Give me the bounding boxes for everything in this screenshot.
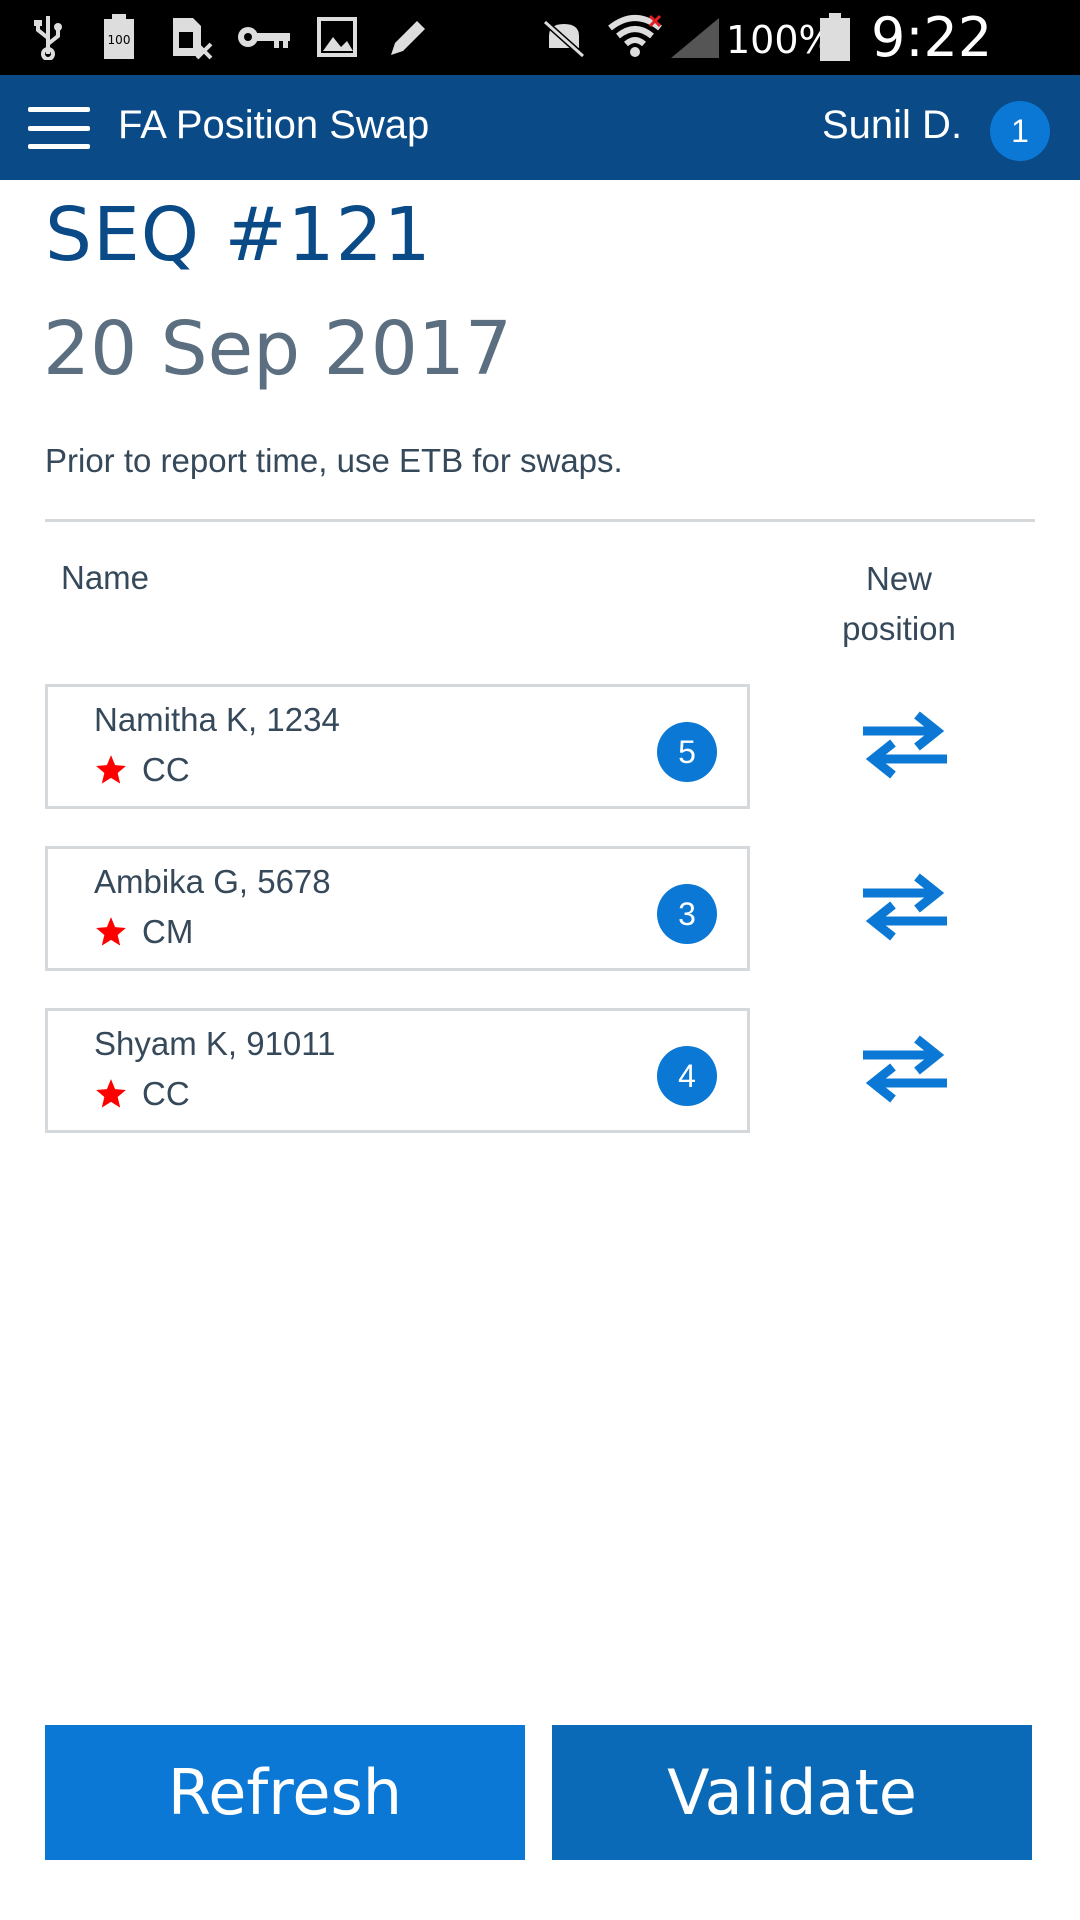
swap-position-icon[interactable] — [850, 1024, 960, 1114]
crew-card[interactable]: Ambika G, 5678 CM 3 — [45, 846, 750, 971]
crew-card[interactable]: Namitha K, 1234 CC 5 — [45, 684, 750, 809]
signal-icon — [668, 14, 722, 60]
sequence-title: SEQ #121 — [45, 192, 432, 278]
key-icon — [236, 14, 292, 60]
user-name[interactable]: Sunil D. — [822, 103, 962, 148]
crew-role-row: CC — [94, 1075, 190, 1113]
column-header-new-position: New position — [842, 560, 956, 647]
swap-note: Prior to report time, use ETB for swaps. — [45, 442, 623, 479]
app-title: FA Position Swap — [118, 103, 430, 147]
crew-name: Shyam K, 91011 — [94, 1025, 336, 1062]
image-icon — [316, 14, 358, 60]
crew-name: Namitha K, 1234 — [94, 701, 340, 738]
app-bar: FA Position Swap Sunil D. 1 — [0, 75, 1080, 180]
star-icon — [96, 917, 126, 946]
notification-badge[interactable]: 1 — [990, 101, 1050, 161]
refresh-button[interactable]: Refresh — [45, 1725, 525, 1860]
battery-icon — [818, 13, 852, 61]
wifi-icon — [606, 14, 664, 60]
sim-blocked-icon — [168, 14, 216, 60]
sequence-date: 20 Sep 2017 — [43, 306, 513, 392]
crew-role: CM — [142, 913, 194, 950]
crew-name: Ambika G, 5678 — [94, 863, 331, 900]
svg-text:100: 100 — [108, 33, 131, 47]
mute-icon — [540, 14, 588, 60]
star-icon — [96, 1079, 126, 1108]
position-badge: 5 — [657, 722, 717, 782]
battery-100-icon: 100 — [100, 14, 138, 60]
crew-role: CC — [142, 1075, 190, 1112]
column-header-name: Name — [61, 559, 150, 596]
star-icon — [96, 755, 126, 784]
swap-position-icon[interactable] — [850, 862, 960, 952]
crew-role: CC — [142, 751, 190, 788]
hamburger-menu-icon[interactable] — [28, 107, 90, 149]
divider — [45, 519, 1035, 522]
validate-button[interactable]: Validate — [552, 1725, 1032, 1860]
crew-role-row: CC — [94, 751, 190, 789]
position-badge: 4 — [657, 1046, 717, 1106]
swap-position-icon[interactable] — [850, 700, 960, 790]
status-bar: 100 100% 9:22 PM — [0, 0, 1080, 132]
position-badge: 3 — [657, 884, 717, 944]
crew-card[interactable]: Shyam K, 91011 CC 4 — [45, 1008, 750, 1133]
crew-role-row: CM — [94, 913, 193, 951]
usb-icon — [28, 14, 68, 60]
pencil-icon — [386, 14, 432, 60]
